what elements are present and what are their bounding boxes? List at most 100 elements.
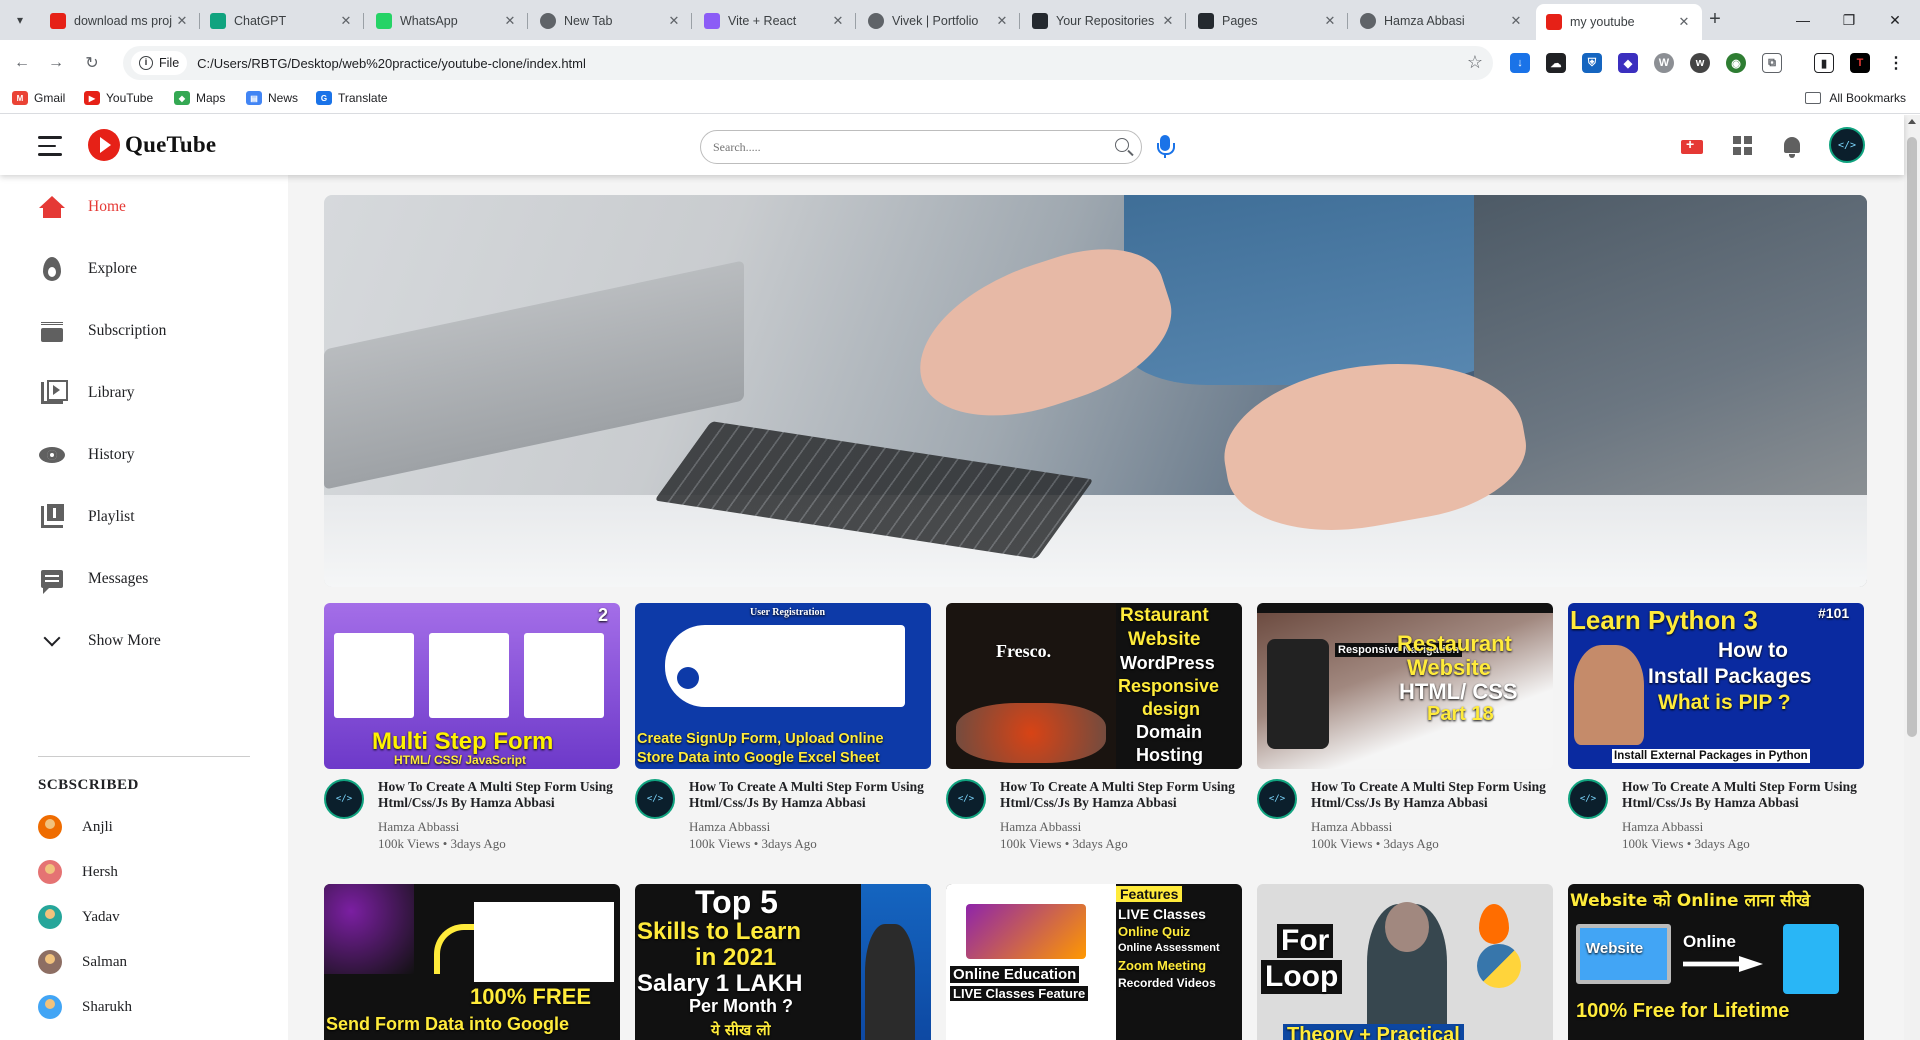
tab-close-icon[interactable]: ✕ bbox=[1160, 13, 1176, 29]
site-info-chip[interactable]: i File bbox=[131, 51, 188, 75]
sidebar-item-show-more[interactable]: Show More bbox=[38, 626, 161, 656]
search-icon[interactable] bbox=[1115, 138, 1129, 152]
url-text[interactable]: C:/Users/RBTG/Desktop/web%20practice/you… bbox=[197, 56, 586, 71]
browser-tab[interactable]: download ms proj ✕ bbox=[40, 6, 200, 36]
upload-video-icon[interactable] bbox=[1680, 133, 1704, 157]
video-thumbnail[interactable]: Top 5 Skills to Learn in 2021 Salary 1 L… bbox=[635, 884, 931, 1040]
reload-button[interactable]: ↻ bbox=[80, 51, 104, 75]
extension-download-icon[interactable]: ↓ bbox=[1510, 53, 1530, 73]
side-panel-icon[interactable]: ▮ bbox=[1814, 53, 1834, 73]
all-bookmarks[interactable]: All Bookmarks bbox=[1805, 91, 1906, 105]
video-thumbnail[interactable]: Website को Online लाना सीखे Website Onli… bbox=[1568, 884, 1864, 1040]
tab-search-chevron-icon[interactable]: ▾ bbox=[8, 8, 32, 32]
subscription-item[interactable]: Yadav bbox=[38, 905, 120, 929]
sidebar-item-home[interactable]: Home bbox=[38, 192, 126, 222]
subscription-item[interactable]: Anjli bbox=[38, 815, 113, 839]
browser-tab[interactable]: Pages ✕ bbox=[1188, 6, 1348, 36]
browser-tab[interactable]: New Tab ✕ bbox=[530, 6, 692, 36]
channel-name[interactable]: Hamza Abbassi bbox=[1622, 819, 1864, 835]
channel-name[interactable]: Hamza Abbassi bbox=[378, 819, 620, 835]
menu-icon[interactable] bbox=[38, 136, 62, 162]
page-scrollbar[interactable] bbox=[1904, 115, 1920, 1040]
browser-menu-icon[interactable]: ⋮ bbox=[1886, 53, 1906, 73]
tab-close-icon[interactable]: ✕ bbox=[1676, 14, 1692, 30]
bookmark-gmail[interactable]: M Gmail bbox=[12, 91, 65, 105]
sidebar-item-playlist[interactable]: Playlist bbox=[38, 502, 135, 532]
tab-close-icon[interactable]: ✕ bbox=[666, 13, 682, 29]
new-tab-button[interactable]: + bbox=[1703, 8, 1727, 32]
video-thumbnail[interactable]: Responsive Navigation Restaurant Website… bbox=[1257, 603, 1553, 769]
video-card[interactable]: Website को Online लाना सीखे Website Onli… bbox=[1568, 884, 1864, 1040]
channel-name[interactable]: Hamza Abbassi bbox=[689, 819, 931, 835]
sidebar-item-explore[interactable]: Explore bbox=[38, 254, 137, 284]
subscription-item[interactable]: Hersh bbox=[38, 860, 118, 884]
tab-close-icon[interactable]: ✕ bbox=[1322, 13, 1338, 29]
extension-globe-icon[interactable]: ◉ bbox=[1726, 53, 1746, 73]
browser-tab[interactable]: WhatsApp ✕ bbox=[366, 6, 528, 36]
scroll-up-arrow-icon[interactable] bbox=[1908, 119, 1916, 124]
video-thumbnail[interactable]: User Registration Create SignUp Form, Up… bbox=[635, 603, 931, 769]
channel-avatar[interactable]: </> bbox=[1257, 779, 1297, 819]
tab-close-icon[interactable]: ✕ bbox=[174, 13, 190, 29]
browser-tab[interactable]: my youtube ✕ bbox=[1536, 4, 1702, 40]
tab-close-icon[interactable]: ✕ bbox=[830, 13, 846, 29]
sidebar-item-subscription[interactable]: Subscription bbox=[38, 316, 166, 346]
video-card[interactable]: Responsive Navigation Restaurant Website… bbox=[1257, 603, 1553, 852]
scrollbar-thumb[interactable] bbox=[1907, 137, 1917, 737]
video-card[interactable]: Top 5 Skills to Learn in 2021 Salary 1 L… bbox=[635, 884, 931, 1040]
extensions-puzzle-icon[interactable]: ⧉ bbox=[1762, 53, 1782, 73]
browser-tab[interactable]: Vivek | Portfolio ✕ bbox=[858, 6, 1020, 36]
tab-close-icon[interactable]: ✕ bbox=[1508, 13, 1524, 29]
bookmark-star-icon[interactable]: ☆ bbox=[1467, 52, 1483, 73]
video-card[interactable]: 100% FREE Send Form Data into Google bbox=[324, 884, 620, 1040]
extension-wordpress-icon[interactable]: W bbox=[1654, 53, 1674, 73]
bookmark-youtube[interactable]: ▶ YouTube bbox=[84, 91, 153, 105]
address-bar[interactable]: i File C:/Users/RBTG/Desktop/web%20pract… bbox=[123, 46, 1493, 80]
channel-avatar[interactable]: </> bbox=[1568, 779, 1608, 819]
sidebar-item-messages[interactable]: Messages bbox=[38, 564, 148, 594]
video-thumbnail[interactable]: For Loop Theory + Practical bbox=[1257, 884, 1553, 1040]
video-title[interactable]: How To Create A Multi Step Form Using Ht… bbox=[1622, 779, 1864, 811]
close-window-button[interactable]: ✕ bbox=[1872, 0, 1918, 40]
channel-avatar[interactable]: </> bbox=[635, 779, 675, 819]
tab-close-icon[interactable]: ✕ bbox=[338, 13, 354, 29]
apps-grid-icon[interactable] bbox=[1730, 133, 1754, 157]
channel-name[interactable]: Hamza Abbassi bbox=[1000, 819, 1242, 835]
video-card[interactable]: Fresco. Rstaurant Website WordPress Resp… bbox=[946, 603, 1242, 852]
channel-avatar[interactable]: </> bbox=[946, 779, 986, 819]
forward-button[interactable]: → bbox=[44, 51, 68, 75]
profile-icon[interactable]: T bbox=[1850, 53, 1870, 73]
video-thumbnail[interactable]: 100% FREE Send Form Data into Google bbox=[324, 884, 620, 1040]
bookmark-translate[interactable]: G Translate bbox=[316, 91, 388, 105]
subscription-item[interactable]: Salman bbox=[38, 950, 127, 974]
video-title[interactable]: How To Create A Multi Step Form Using Ht… bbox=[378, 779, 620, 811]
restore-button[interactable]: ❐ bbox=[1826, 0, 1872, 40]
sidebar-item-library[interactable]: Library bbox=[38, 378, 134, 408]
notifications-bell-icon[interactable] bbox=[1780, 133, 1804, 158]
sidebar-item-history[interactable]: History bbox=[38, 440, 135, 470]
minimize-button[interactable]: — bbox=[1780, 0, 1826, 40]
video-thumbnail[interactable]: Features LIVE Classes Online Quiz Online… bbox=[946, 884, 1242, 1040]
search-input[interactable] bbox=[713, 139, 1093, 155]
extension-cube-icon[interactable]: ◆ bbox=[1618, 53, 1638, 73]
tab-close-icon[interactable]: ✕ bbox=[502, 13, 518, 29]
browser-tab[interactable]: Vite + React ✕ bbox=[694, 6, 856, 36]
bookmark-news[interactable]: ▤ News bbox=[246, 91, 298, 105]
video-card[interactable]: For Loop Theory + Practical bbox=[1257, 884, 1553, 1040]
back-button[interactable]: ← bbox=[10, 51, 34, 75]
extension-wp2-icon[interactable]: w bbox=[1690, 53, 1710, 73]
subscription-item[interactable]: Sharukh bbox=[38, 995, 132, 1019]
browser-tab[interactable]: ChatGPT ✕ bbox=[200, 6, 364, 36]
video-title[interactable]: How To Create A Multi Step Form Using Ht… bbox=[1000, 779, 1242, 811]
browser-tab[interactable]: Hamza Abbasi ✕ bbox=[1350, 6, 1534, 36]
video-thumbnail[interactable]: Fresco. Rstaurant Website WordPress Resp… bbox=[946, 603, 1242, 769]
video-thumbnail[interactable]: Learn Python 3 #101 How to Install Packa… bbox=[1568, 603, 1864, 769]
tab-close-icon[interactable]: ✕ bbox=[994, 13, 1010, 29]
microphone-icon[interactable] bbox=[1157, 135, 1175, 158]
site-logo[interactable]: QueTube bbox=[88, 129, 216, 161]
extension-cloud-icon[interactable]: ☁ bbox=[1546, 53, 1566, 73]
user-avatar[interactable]: </> bbox=[1829, 127, 1865, 163]
video-title[interactable]: How To Create A Multi Step Form Using Ht… bbox=[1311, 779, 1553, 811]
extension-shield-icon[interactable]: ⛨ bbox=[1582, 53, 1602, 73]
video-title[interactable]: How To Create A Multi Step Form Using Ht… bbox=[689, 779, 931, 811]
